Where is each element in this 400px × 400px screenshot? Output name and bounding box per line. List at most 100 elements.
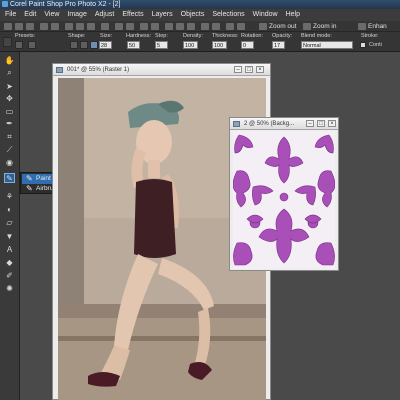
menu-help[interactable]: Help [282,9,304,21]
overview-icon[interactable] [165,23,173,30]
zoom-icon[interactable]: ⌕ [4,68,15,78]
enhance-icon[interactable] [358,23,366,30]
grid-icon[interactable] [201,23,209,30]
presets-dropdown[interactable] [15,41,23,49]
ruler-icon[interactable] [212,23,220,30]
density-field[interactable]: 100 [183,41,198,49]
paint-brush-options-icon [3,37,12,47]
continuous-label: Conti [369,42,382,48]
tool-options-bar: Presets: Shape: Size: 28 Hardness: 50 St… [0,32,400,52]
round-shape-icon[interactable] [70,41,78,49]
maximize-icon[interactable]: □ [245,66,253,73]
blend-mode-select[interactable]: Normal [301,41,353,49]
redo-icon[interactable] [51,23,59,30]
pan-icon[interactable]: ✋ [4,56,15,66]
preset-shape-icon[interactable]: ◆ [4,258,15,268]
damask-pattern-image [233,131,335,269]
menu-window[interactable]: Window [249,9,282,21]
pen-icon[interactable]: ✐ [4,271,15,281]
minimize-icon[interactable]: – [234,66,242,73]
pattern-window-icon [233,121,240,127]
lighten-darken-icon[interactable]: ◐ [4,205,15,215]
menu-image[interactable]: Image [63,9,90,21]
print-icon[interactable] [101,23,109,30]
crop-icon[interactable]: ⌗ [4,132,15,142]
square-shape-icon[interactable] [80,41,88,49]
materials-palette-icon[interactable] [151,23,159,30]
damask-pattern-canvas[interactable] [233,131,335,269]
fit-window-icon[interactable] [226,23,234,30]
browse-icon[interactable] [115,23,123,30]
step-field[interactable]: 5 [155,41,168,49]
close-icon[interactable]: × [256,66,264,73]
open-icon[interactable] [15,23,23,30]
straighten-icon[interactable]: ⟋ [4,145,15,155]
pattern-window-titlebar[interactable]: 2 @ 50% (Backg... – □ × [230,118,338,130]
pattern-window-title: 2 @ 50% (Backg... [244,121,295,127]
menu-layers[interactable]: Layers [148,9,177,21]
menu-bar: File Edit View Image Adjust Effects Layers Obje… [0,9,400,21]
actual-size-icon[interactable] [237,23,245,30]
red-eye-icon[interactable]: ◉ [4,158,15,168]
presets-label: Presets: [15,33,36,39]
rotation-label: Rotation: [241,33,264,39]
clone-brush-icon[interactable]: ⚘ [4,192,15,202]
continuous-checkbox[interactable] [360,42,366,48]
script-icon[interactable] [187,23,195,30]
image-window-titlebar[interactable]: 001* @ 55% (Raster 1) – □ × [53,64,270,76]
copy-icon[interactable] [76,23,84,30]
zoom-out-icon[interactable] [259,23,267,30]
maximize-icon[interactable]: □ [317,120,325,127]
zoom-in-button[interactable]: Zoom in [313,21,336,32]
selection-icon[interactable]: ▭ [4,107,15,117]
pick-icon[interactable]: ➤ [4,82,15,92]
blend-mode-label: Blend mode: [301,33,332,39]
enhance-button[interactable]: Enhan [368,21,387,32]
menu-view[interactable]: View [40,9,63,21]
close-icon[interactable]: × [328,120,336,127]
eraser-icon[interactable]: ▱ [4,218,15,228]
rotation-field[interactable]: 0 [241,41,254,49]
histogram-icon[interactable] [176,23,184,30]
move-icon[interactable]: ✥ [4,94,15,104]
airbrush-icon: ✎ [26,184,33,193]
new-icon[interactable] [4,23,12,30]
menu-adjust[interactable]: Adjust [91,9,118,21]
title-bar: Corel Paint Shop Pro Photo X2 - [2] [0,0,400,9]
density-label: Density: [183,33,203,39]
menu-selections[interactable]: Selections [208,9,248,21]
cut-icon[interactable] [65,23,73,30]
opacity-field[interactable]: 17 [272,41,285,49]
image-window-title: 001* @ 55% (Raster 1) [67,67,130,73]
menu-file[interactable]: File [0,9,20,21]
thickness-field[interactable]: 100 [212,41,227,49]
dropper-icon[interactable]: ✒ [4,119,15,129]
learning-center-icon[interactable] [126,23,134,30]
reset-icon[interactable] [28,41,36,49]
paste-icon[interactable] [87,23,95,30]
stroke-label: Stroke: [361,33,379,39]
standard-toolbar: Zoom out Zoom in Enhan [0,21,400,32]
paint-brush-tool-icon[interactable]: ✎ [4,173,15,183]
zoom-in-icon[interactable] [303,23,311,30]
text-icon[interactable]: A [4,245,15,255]
zoom-out-button[interactable]: Zoom out [269,21,296,32]
image-window-icon [56,67,63,73]
minimize-icon[interactable]: – [306,120,314,127]
size-field[interactable]: 28 [99,41,112,49]
image-window-pattern[interactable]: 2 @ 50% (Backg... – □ × [229,117,339,271]
undo-icon[interactable] [40,23,48,30]
thickness-label: Thickness: [212,33,239,39]
brush-variant-icon[interactable] [90,41,98,49]
menu-objects[interactable]: Objects [177,9,209,21]
app-title: Corel Paint Shop Pro Photo X2 - [2] [10,1,121,8]
tools-toolbar: ✋ ⌕ ➤ ✥ ▭ ✒ ⌗ ⟋ ◉ ✎ ⚘ ◐ ▱ ▼ A ◆ ✐ ✺ [0,52,20,400]
save-icon[interactable] [26,23,34,30]
opacity-label: Opacity: [272,33,293,39]
warp-brush-icon[interactable]: ✺ [4,284,15,294]
menu-edit[interactable]: Edit [20,9,40,21]
flood-fill-icon[interactable]: ▼ [4,232,15,242]
hardness-field[interactable]: 50 [127,41,140,49]
menu-effects[interactable]: Effects [118,9,147,21]
layers-palette-icon[interactable] [140,23,148,30]
